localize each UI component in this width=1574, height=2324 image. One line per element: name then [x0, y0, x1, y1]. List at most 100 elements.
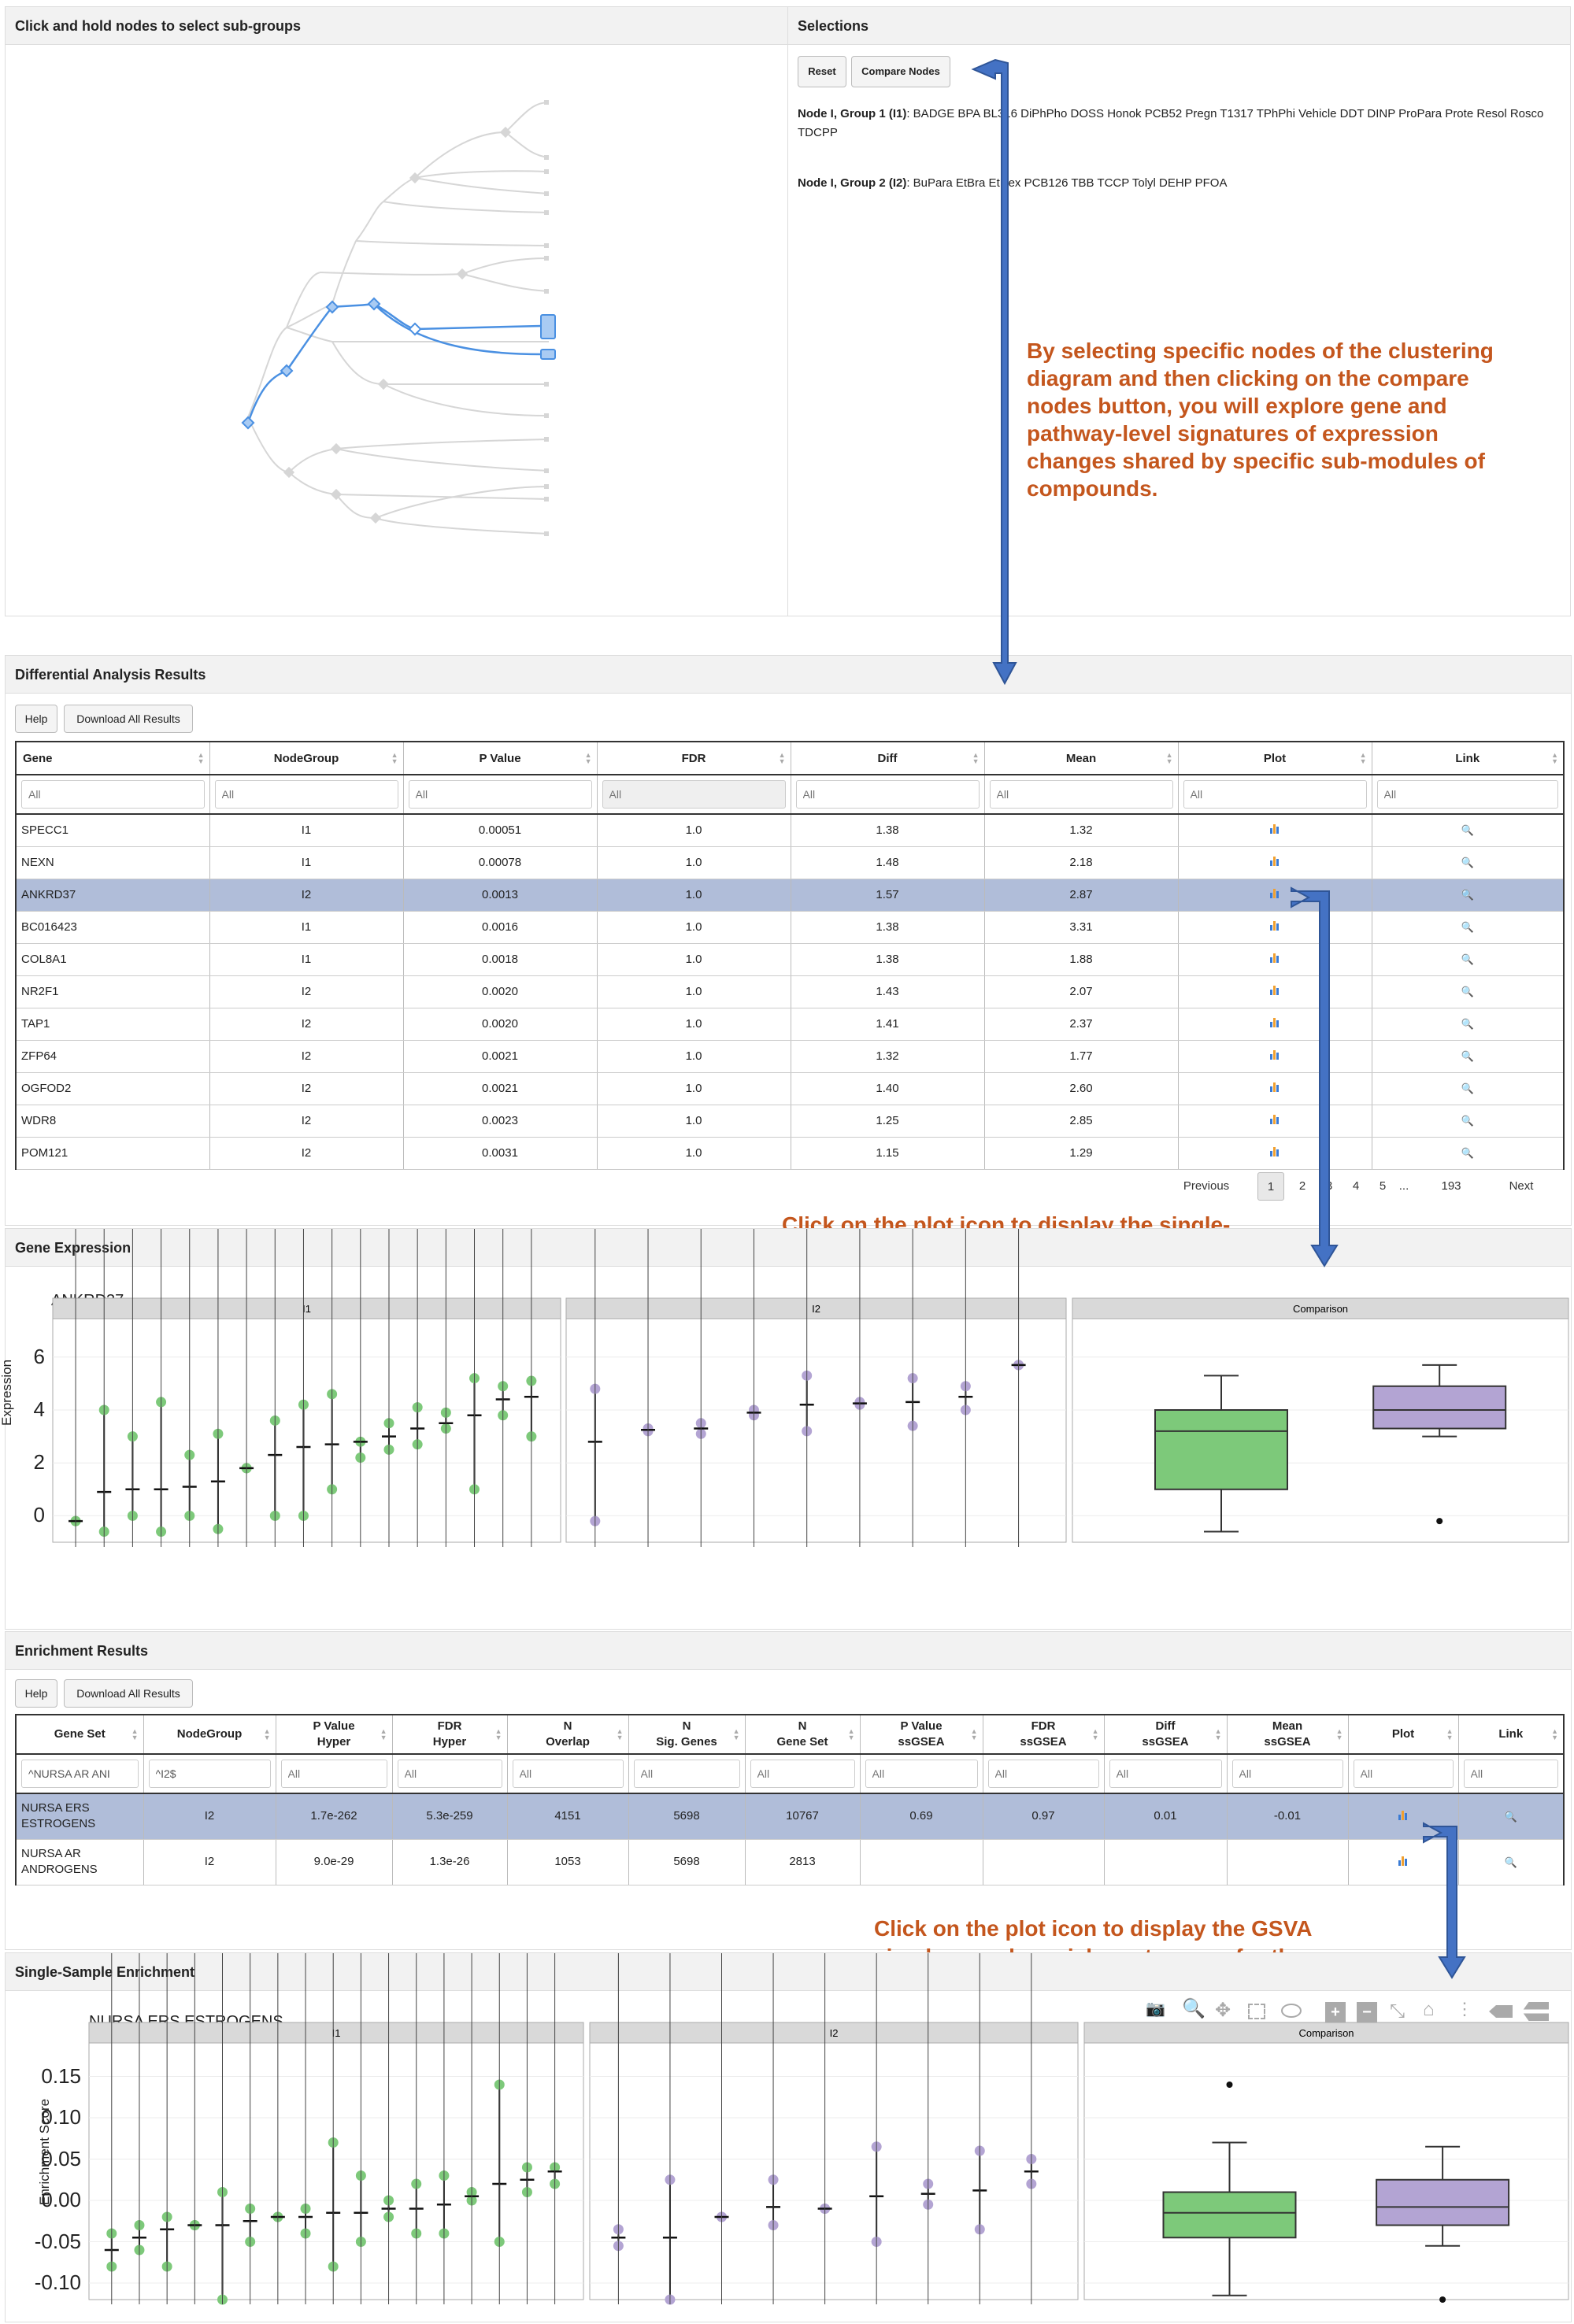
column-header[interactable]: FDR ▲ ▼ — [596, 741, 791, 775]
column-header[interactable]: NodeGroup ▲ ▼ — [209, 741, 403, 775]
column-filter-input[interactable] — [148, 1760, 271, 1788]
column-filter-input[interactable] — [214, 780, 398, 809]
page-button[interactable]: 3 — [1317, 1172, 1341, 1201]
column-filter-input[interactable] — [1376, 780, 1558, 809]
column-filter-input[interactable] — [1183, 780, 1367, 809]
column-header[interactable]: N Sig. Genes ▲ ▼ — [628, 1714, 745, 1755]
column-filter-input[interactable] — [865, 1760, 978, 1788]
compare-nodes-button[interactable]: Compare Nodes — [851, 56, 950, 87]
column-header[interactable]: P Value Hyper ▲ ▼ — [275, 1714, 392, 1755]
page-button[interactable]: Next — [1494, 1172, 1549, 1201]
column-header[interactable]: Plot ▲ ▼ — [1347, 1714, 1458, 1755]
column-header[interactable]: N Gene Set ▲ ▼ — [744, 1714, 860, 1755]
table-row[interactable]: NURSA AR ANDROGENS I2 9.0e-29 1.3e-26 1053 56… — [15, 1839, 1565, 1885]
magnifier-icon[interactable]: 🔍 — [1505, 1856, 1517, 1868]
column-filter-input[interactable] — [1463, 1760, 1558, 1788]
magnifier-icon[interactable]: 🔍 — [1461, 824, 1474, 836]
magnifier-icon[interactable]: 🔍 — [1461, 889, 1474, 901]
column-header[interactable]: P Value ssGSEA ▲ ▼ — [859, 1714, 983, 1755]
column-filter-input[interactable] — [1109, 1760, 1222, 1788]
sort-icon[interactable]: ▲ ▼ — [380, 1728, 387, 1741]
enrich-help-button[interactable]: Help — [15, 1679, 57, 1708]
table-row[interactable]: ANKRD37 I2 0.0013 1.0 1.57 2.87 🔍 — [15, 879, 1565, 912]
column-filter-input[interactable] — [602, 780, 786, 809]
column-header[interactable]: P Value ▲ ▼ — [402, 741, 597, 775]
column-filter-input[interactable] — [1353, 1760, 1454, 1788]
column-filter-input[interactable] — [633, 1760, 740, 1788]
column-header[interactable]: Gene Set ▲ ▼ — [15, 1714, 143, 1755]
sort-icon[interactable]: ▲ ▼ — [1166, 752, 1173, 765]
table-row[interactable]: NEXN I1 0.00078 1.0 1.48 2.18 🔍 — [15, 846, 1565, 879]
column-header[interactable]: Diff ssGSEA ▲ ▼ — [1103, 1714, 1227, 1755]
column-header[interactable]: Link ▲ ▼ — [1371, 741, 1565, 775]
table-row[interactable]: TAP1 I2 0.0020 1.0 1.41 2.37 🔍 — [15, 1008, 1565, 1041]
column-header[interactable]: Mean ssGSEA ▲ ▼ — [1226, 1714, 1348, 1755]
diff-download-button[interactable]: Download All Results — [64, 705, 193, 733]
sort-icon[interactable]: ▲ ▼ — [733, 1728, 740, 1741]
column-filter-input[interactable] — [795, 780, 980, 809]
bar-chart-icon[interactable] — [1270, 1115, 1280, 1124]
column-filter-input[interactable] — [21, 780, 205, 809]
sort-icon[interactable]: ▲ ▼ — [131, 1728, 139, 1741]
column-header[interactable]: Link ▲ ▼ — [1457, 1714, 1565, 1755]
page-button[interactable]: 5 — [1371, 1172, 1394, 1201]
table-row[interactable]: NR2F1 I2 0.0020 1.0 1.43 2.07 🔍 — [15, 975, 1565, 1008]
column-filter-input[interactable] — [408, 780, 592, 809]
column-header[interactable]: Gene ▲ ▼ — [15, 741, 209, 775]
sort-icon[interactable]: ▲ ▼ — [1446, 1728, 1454, 1741]
column-filter-input[interactable] — [987, 1760, 1099, 1788]
magnifier-icon[interactable]: 🔍 — [1461, 1147, 1474, 1159]
magnifier-icon[interactable]: 🔍 — [1505, 1811, 1517, 1823]
bar-chart-icon[interactable] — [1270, 1050, 1280, 1060]
reset-button[interactable]: Reset — [798, 56, 846, 87]
magnifier-icon[interactable]: 🔍 — [1461, 1050, 1474, 1062]
column-header[interactable]: NodeGroup ▲ ▼ — [143, 1714, 276, 1755]
enrich-download-button[interactable]: Download All Results — [64, 1679, 193, 1708]
table-row[interactable]: ZFP64 I2 0.0021 1.0 1.32 1.77 🔍 — [15, 1040, 1565, 1073]
page-button[interactable]: 4 — [1344, 1172, 1368, 1201]
sort-icon[interactable]: ▲ ▼ — [1551, 752, 1558, 765]
magnifier-icon[interactable]: 🔍 — [1461, 857, 1474, 868]
column-filter-input[interactable] — [750, 1760, 855, 1788]
magnifier-icon[interactable]: 🔍 — [1461, 1018, 1474, 1030]
bar-chart-icon[interactable] — [1270, 986, 1280, 995]
column-filter-input[interactable] — [280, 1760, 387, 1788]
clustering-tree[interactable] — [6, 46, 787, 616]
page-button[interactable]: Previous — [1171, 1172, 1242, 1201]
sort-icon[interactable]: ▲ ▼ — [391, 752, 398, 765]
magnifier-icon[interactable]: 🔍 — [1461, 1082, 1474, 1094]
sort-icon[interactable]: ▲ ▼ — [972, 752, 980, 765]
bar-chart-icon[interactable] — [1270, 824, 1280, 834]
sort-icon[interactable]: ▲ ▼ — [971, 1728, 978, 1741]
column-header[interactable]: Mean ▲ ▼ — [983, 741, 1178, 775]
sort-icon[interactable]: ▲ ▼ — [1360, 752, 1367, 765]
column-filter-input[interactable] — [1231, 1760, 1343, 1788]
table-row[interactable]: BC016423 I1 0.0016 1.0 1.38 3.31 🔍 — [15, 911, 1565, 944]
bar-chart-icon[interactable] — [1270, 1082, 1280, 1092]
magnifier-icon[interactable]: 🔍 — [1461, 921, 1474, 933]
magnifier-icon[interactable]: 🔍 — [1461, 953, 1474, 965]
magnifier-icon[interactable]: 🔍 — [1461, 986, 1474, 997]
table-row[interactable]: POM121 I2 0.0031 1.0 1.15 1.29 🔍 — [15, 1137, 1565, 1170]
bar-chart-icon[interactable] — [1270, 1018, 1280, 1027]
sort-icon[interactable]: ▲ ▼ — [848, 1728, 855, 1741]
diff-help-button[interactable]: Help — [15, 705, 57, 733]
table-row[interactable]: WDR8 I2 0.0023 1.0 1.25 2.85 🔍 — [15, 1105, 1565, 1138]
sort-icon[interactable]: ▲ ▼ — [1551, 1728, 1558, 1741]
column-filter-input[interactable] — [989, 780, 1173, 809]
sort-icon[interactable]: ▲ ▼ — [585, 752, 592, 765]
table-row[interactable]: OGFOD2 I2 0.0021 1.0 1.40 2.60 🔍 — [15, 1072, 1565, 1105]
column-filter-input[interactable] — [397, 1760, 502, 1788]
column-header[interactable]: N Overlap ▲ ▼ — [506, 1714, 628, 1755]
sort-icon[interactable]: ▲ ▼ — [495, 1728, 502, 1741]
page-button[interactable]: 2 — [1291, 1172, 1314, 1201]
column-header[interactable]: FDR ssGSEA ▲ ▼ — [982, 1714, 1104, 1755]
table-row[interactable]: SPECC1 I1 0.00051 1.0 1.38 1.32 🔍 — [15, 814, 1565, 847]
page-button[interactable]: 193 — [1429, 1172, 1473, 1201]
sort-icon[interactable]: ▲ ▼ — [1092, 1728, 1099, 1741]
table-row[interactable]: NURSA ERS ESTROGENS I2 1.7e-262 5.3e-259 415… — [15, 1793, 1565, 1840]
sort-icon[interactable]: ▲ ▼ — [779, 752, 786, 765]
bar-chart-icon[interactable] — [1270, 953, 1280, 963]
sort-icon[interactable]: ▲ ▼ — [264, 1728, 271, 1741]
column-filter-input[interactable] — [512, 1760, 624, 1788]
